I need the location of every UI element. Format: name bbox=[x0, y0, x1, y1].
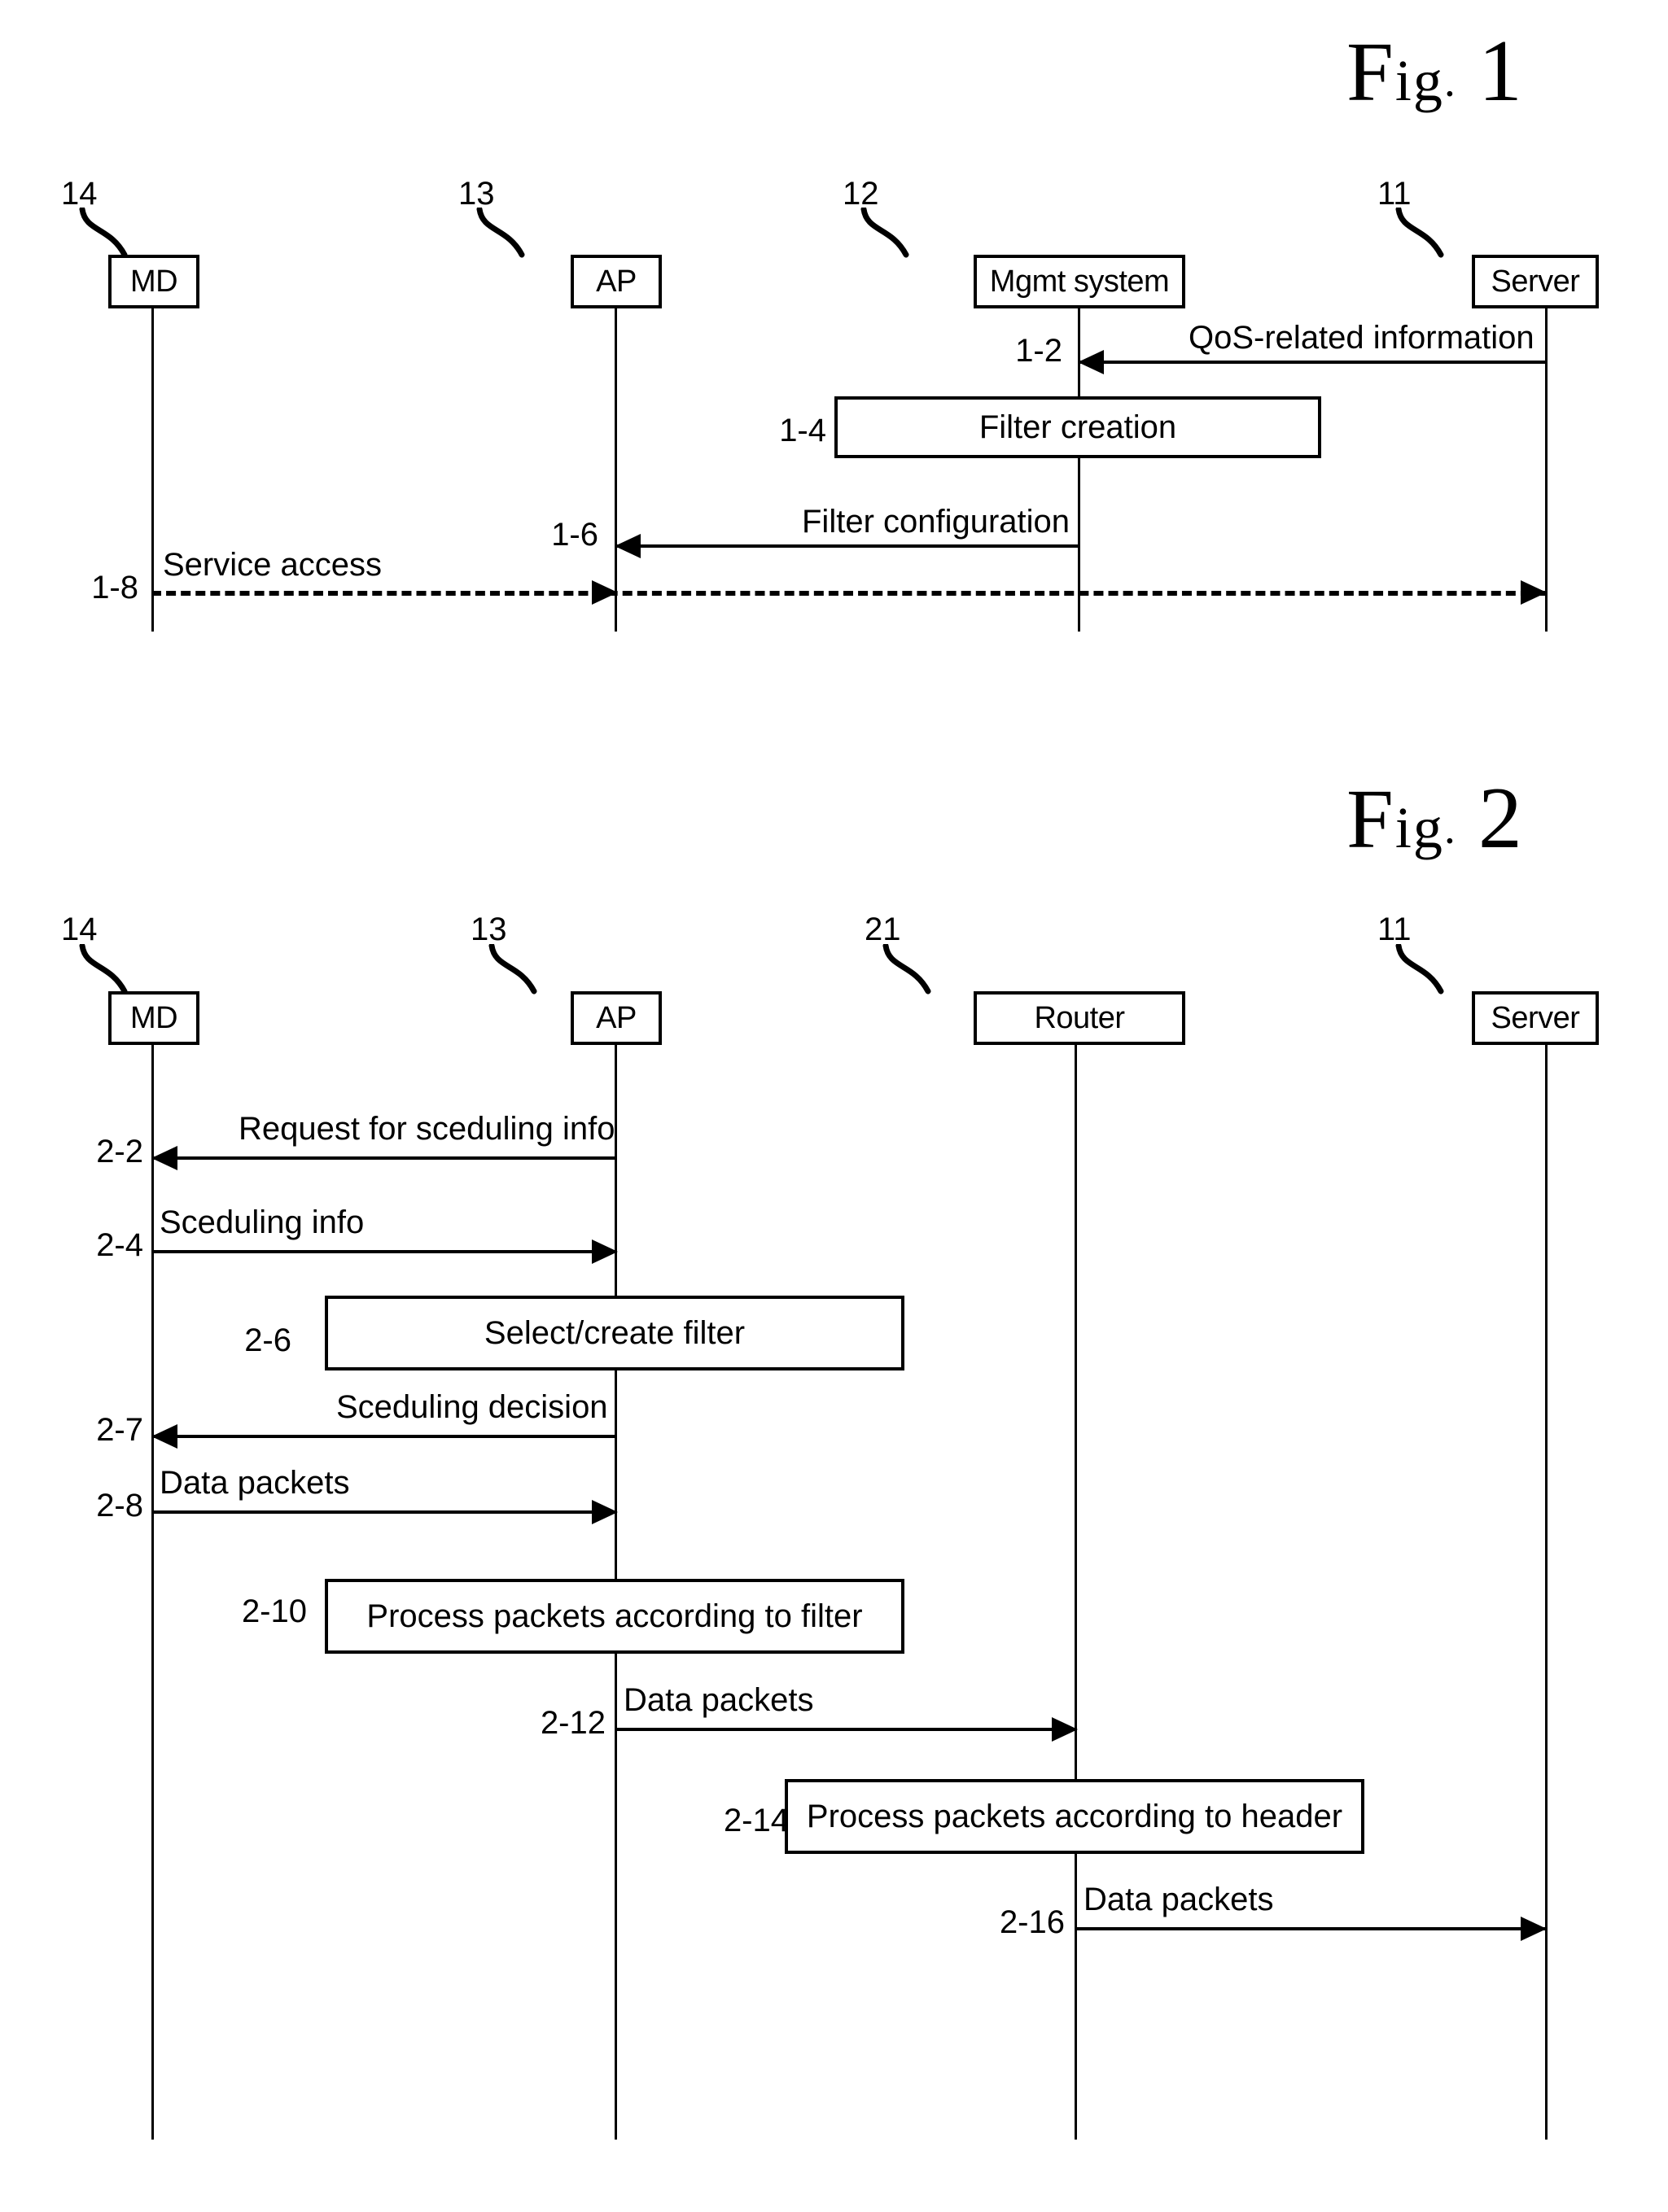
fig2-ref-13: 13 bbox=[471, 911, 507, 947]
fig1-leader-14 bbox=[79, 208, 128, 258]
fig1-action-filter-creation: Filter creation bbox=[834, 396, 1321, 458]
fig2-lifeline-router bbox=[1075, 1045, 1077, 2140]
fig2-msg-2-2-label: Request for sceduling info bbox=[239, 1111, 615, 1147]
fig1-title-F: F bbox=[1346, 25, 1395, 119]
fig2-msg-2-7-label: Sceduling decision bbox=[336, 1389, 608, 1425]
fig1-action-filter-creation-label: Filter creation bbox=[978, 409, 1177, 445]
fig2-step-2-10: 2-10 bbox=[241, 1593, 307, 1629]
fig1-msg-1-2-arrowhead bbox=[1078, 350, 1104, 374]
fig1-msg-1-6-label: Filter configuration bbox=[802, 504, 1070, 540]
fig2-ref-11: 11 bbox=[1377, 911, 1412, 947]
fig1-node-mgmt-label: Mgmt system bbox=[989, 264, 1170, 299]
fig2-msg-2-8-arrowhead bbox=[592, 1500, 618, 1524]
fig2-msg-2-2-arrowhead bbox=[151, 1146, 177, 1170]
fig2-msg-2-4-arrowhead bbox=[592, 1239, 618, 1264]
fig2-step-2-12: 2-12 bbox=[540, 1705, 606, 1741]
fig2-msg-2-8-label: Data packets bbox=[160, 1465, 350, 1501]
fig2-ref-14: 14 bbox=[61, 911, 98, 947]
fig1-msg-1-8-arrowhead-end bbox=[1521, 580, 1547, 605]
fig1-node-mgmt: Mgmt system bbox=[974, 255, 1185, 308]
fig1-msg-1-2-line bbox=[1079, 361, 1547, 364]
fig2-node-router: Router bbox=[974, 991, 1185, 1045]
fig1-leader-11 bbox=[1395, 208, 1444, 258]
fig2-action-process-packets-header: Process packets according to header bbox=[785, 1779, 1364, 1854]
fig2-title-F: F bbox=[1346, 772, 1395, 866]
fig2-msg-2-16-line bbox=[1075, 1927, 1545, 1930]
fig1-node-ap: AP bbox=[571, 255, 662, 308]
fig2-node-ap-label: AP bbox=[596, 1000, 637, 1035]
fig1-step-1-4: 1-4 bbox=[779, 413, 826, 448]
fig1-lifeline-md bbox=[151, 308, 154, 632]
fig2-title-ig: ig bbox=[1394, 795, 1444, 860]
fig2-msg-2-12-line bbox=[615, 1728, 1076, 1731]
fig2-lifeline-server bbox=[1545, 1045, 1548, 2140]
fig2-action-select-create-filter-label: Select/create filter bbox=[484, 1314, 746, 1351]
fig2-leader-14 bbox=[79, 944, 128, 995]
fig2-title-dot: . bbox=[1443, 802, 1457, 854]
fig1-msg-1-6-line bbox=[616, 544, 1078, 548]
fig2-msg-2-4-line bbox=[151, 1250, 616, 1253]
fig1-msg-1-8-arrowhead-ap bbox=[592, 580, 618, 605]
fig2-msg-2-8-line bbox=[151, 1510, 616, 1514]
fig2-action-process-packets-header-label: Process packets according to header bbox=[806, 1798, 1343, 1834]
fig1-title: Fig. 1 bbox=[1346, 28, 1524, 116]
fig2-msg-2-7-line bbox=[153, 1435, 616, 1438]
fig2-step-2-16: 2-16 bbox=[999, 1904, 1065, 1940]
fig2-step-2-6: 2-6 bbox=[244, 1322, 291, 1358]
fig1-step-1-6: 1-6 bbox=[551, 517, 598, 553]
fig2-msg-2-16-arrowhead bbox=[1521, 1917, 1547, 1941]
fig1-leader-12 bbox=[860, 208, 909, 258]
fig1-step-1-8: 1-8 bbox=[91, 570, 138, 605]
fig1-title-ig: ig bbox=[1394, 48, 1444, 113]
fig2-step-2-7: 2-7 bbox=[96, 1412, 143, 1448]
fig2-leader-21 bbox=[882, 944, 931, 995]
fig2-msg-2-12-label: Data packets bbox=[624, 1682, 814, 1718]
fig1-title-number: 1 bbox=[1478, 23, 1524, 120]
fig2-msg-2-16-label: Data packets bbox=[1084, 1882, 1274, 1917]
fig2-action-process-packets-filter: Process packets according to filter bbox=[325, 1579, 904, 1654]
patent-figure-sheet: Fig. 1 14 13 12 11 MD AP Mgmt system Serv… bbox=[0, 0, 1668, 2212]
fig2-step-2-4: 2-4 bbox=[96, 1227, 143, 1263]
fig2-title-number: 2 bbox=[1478, 770, 1524, 867]
fig2-leader-13 bbox=[488, 944, 537, 995]
fig1-msg-1-8-label: Service access bbox=[163, 547, 382, 583]
fig1-msg-1-8-line bbox=[151, 591, 1545, 596]
fig1-node-ap-label: AP bbox=[596, 264, 637, 299]
fig2-step-2-14: 2-14 bbox=[723, 1803, 789, 1838]
fig2-step-2-8: 2-8 bbox=[96, 1488, 143, 1523]
fig2-msg-2-2-line bbox=[153, 1156, 616, 1160]
fig2-node-md-label: MD bbox=[129, 1000, 178, 1035]
fig1-node-md-label: MD bbox=[129, 264, 178, 299]
fig2-msg-2-7-arrowhead bbox=[151, 1424, 177, 1449]
fig2-action-select-create-filter: Select/create filter bbox=[325, 1296, 904, 1370]
fig2-leader-11 bbox=[1395, 944, 1444, 995]
fig1-title-dot: . bbox=[1443, 55, 1457, 107]
fig2-title: Fig. 2 bbox=[1346, 775, 1524, 863]
fig2-action-process-packets-filter-label: Process packets according to filter bbox=[366, 1598, 863, 1634]
fig1-leader-13 bbox=[476, 208, 525, 258]
fig2-node-server-label: Server bbox=[1491, 1000, 1580, 1035]
fig2-node-router-label: Router bbox=[1034, 1000, 1125, 1035]
fig2-msg-2-12-arrowhead bbox=[1052, 1717, 1078, 1742]
fig1-step-1-2: 1-2 bbox=[1015, 333, 1062, 369]
fig1-msg-1-2-label: QoS-related information bbox=[1189, 320, 1534, 356]
fig2-ref-21: 21 bbox=[865, 911, 901, 947]
fig2-msg-2-4-label: Sceduling info bbox=[160, 1204, 365, 1240]
fig2-step-2-2: 2-2 bbox=[96, 1134, 143, 1169]
fig2-lifeline-md bbox=[151, 1045, 154, 2140]
fig1-node-server-label: Server bbox=[1491, 264, 1580, 299]
fig1-msg-1-6-arrowhead bbox=[615, 534, 641, 558]
